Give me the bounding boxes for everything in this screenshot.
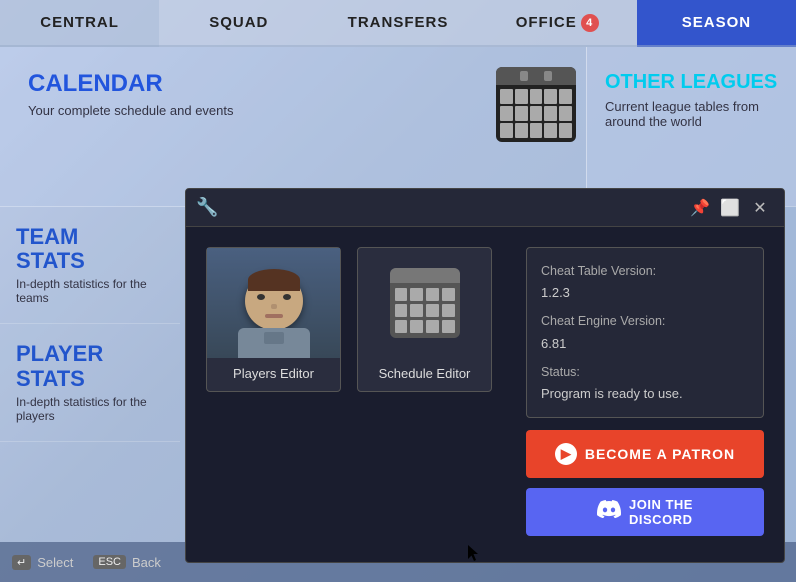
close-icon: ✕ [753,198,766,218]
calendar-description: Your complete schedule and events [28,103,234,118]
patron-label: BECOME A PATRON [585,446,735,462]
players-editor-label: Players Editor [233,366,314,381]
nav-office[interactable]: OFFICE 4 [478,0,637,47]
pin-button[interactable]: 📌 [686,194,714,222]
cheat-engine-version-value: 6.81 [541,333,749,355]
player-avatar [207,248,340,358]
sidebar-team-stats[interactable]: TEAMSTATS In-depth statistics for the te… [0,207,180,324]
discord-label-line1: JOIN THE [629,497,693,512]
player-stats-title: PLAYER STATS [16,342,164,390]
other-leagues-description: Current league tables from around the wo… [605,99,778,129]
join-discord-button[interactable]: JOIN THE DISCORD [526,488,764,536]
window-body: Players Editor Schedule Editor [186,227,784,562]
schedule-calendar-icon [390,268,460,338]
status-value: Program is ready to use. [541,383,749,405]
pin-icon: 📌 [690,198,710,218]
sidebar: TEAMSTATS In-depth statistics for the te… [0,207,180,582]
status-label: Status: [541,365,580,379]
discord-icon [597,500,621,524]
cheat-table-version-label: Cheat Table Version: [541,264,656,278]
nav-transfers[interactable]: TRANSFERS [318,0,477,47]
team-stats-description: In-depth statistics for the teams [16,277,164,305]
back-action[interactable]: ESC Back [93,555,161,570]
nav-season[interactable]: SEASON [637,0,796,47]
window-titlebar: 🔧 📌 ⬜ ✕ [186,189,784,227]
discord-label-line2: DISCORD [629,512,692,527]
other-leagues-title: OTHER LEAGUES [605,71,778,93]
schedule-editor-image [358,248,491,358]
select-action[interactable]: ↵ Select [12,555,73,570]
nav-squad[interactable]: SQUAD [159,0,318,47]
schedule-editor-button[interactable]: Schedule Editor [357,247,492,392]
info-panel: Cheat Table Version: 1.2.3 Cheat Engine … [526,247,764,542]
calendar-card[interactable]: CALENDAR Your complete schedule and even… [0,47,796,207]
players-editor-image [207,248,340,358]
overlay-window: 🔧 📌 ⬜ ✕ [185,188,785,563]
players-editor-button[interactable]: Players Editor [206,247,341,392]
office-badge: 4 [581,14,599,32]
nav-central[interactable]: CENTRAL [0,0,159,47]
version-info-box: Cheat Table Version: 1.2.3 Cheat Engine … [526,247,764,418]
become-patron-button[interactable]: ▶ BECOME A PATRON [526,430,764,478]
sidebar-player-stats[interactable]: PLAYER STATS In-depth statistics for the… [0,324,180,441]
player-stats-description: In-depth statistics for the players [16,395,164,423]
calendar-title: CALENDAR [28,71,234,97]
close-button[interactable]: ✕ [746,194,774,222]
editor-panel: Players Editor Schedule Editor [206,247,516,542]
cheat-engine-version-label: Cheat Engine Version: [541,314,665,328]
restore-icon: ⬜ [720,198,740,218]
team-stats-title: TEAMSTATS [16,225,164,273]
calendar-icon [496,67,576,142]
select-label: Select [37,555,73,570]
restore-button[interactable]: ⬜ [716,194,744,222]
wrench-icon: 🔧 [196,197,218,218]
patron-icon: ▶ [555,443,577,465]
top-nav: CENTRAL SQUAD TRANSFERS OFFICE 4 SEASON [0,0,796,47]
select-key: ↵ [12,555,31,570]
cheat-table-version-value: 1.2.3 [541,282,749,304]
back-label: Back [132,555,161,570]
back-key: ESC [93,555,126,569]
schedule-editor-label: Schedule Editor [379,366,471,381]
